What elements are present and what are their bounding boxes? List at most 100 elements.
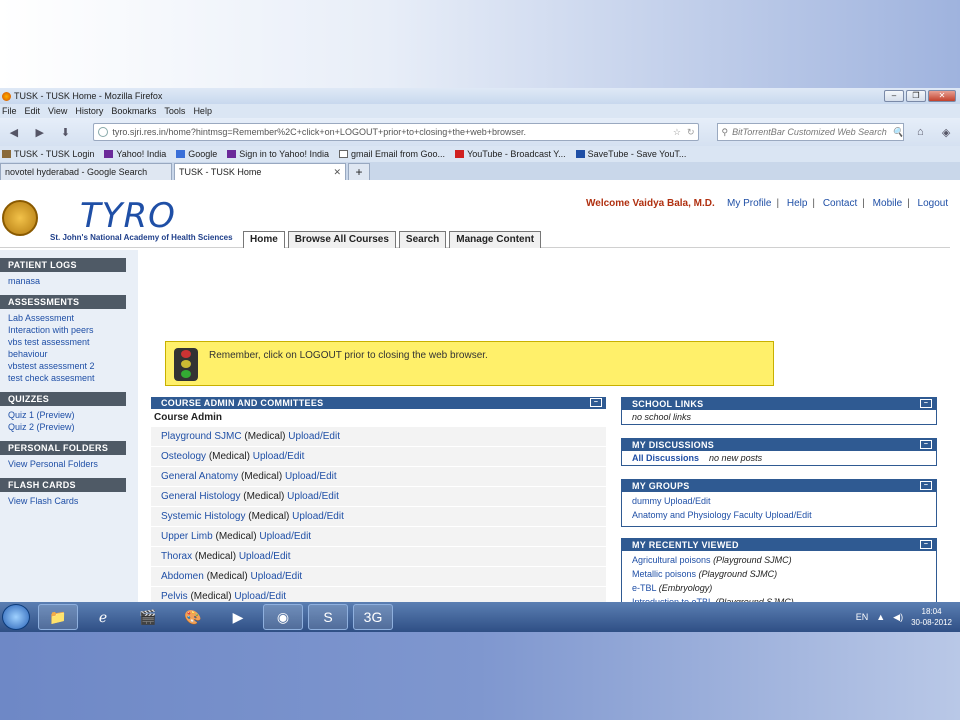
course-link[interactable]: Osteology	[161, 451, 206, 462]
tab-tusk-home[interactable]: TUSK - TUSK Home ✕	[174, 163, 346, 180]
search-engine-icon[interactable]: ⚲	[722, 127, 729, 138]
sidebar-link[interactable]: Quiz 1 (Preview)	[0, 409, 138, 421]
player-icon[interactable]: ▶	[218, 604, 258, 630]
tyro-logo[interactable]: TYRO	[80, 196, 176, 236]
sidebar-link[interactable]: behaviour	[0, 348, 138, 360]
sidebar-link[interactable]: manasa	[0, 275, 138, 287]
upload-edit-link[interactable]: Upload/Edit	[253, 451, 305, 462]
upload-edit-link[interactable]: Upload/Edit	[288, 431, 340, 442]
course-category: (Medical)	[243, 491, 285, 502]
menu-bookmarks[interactable]: Bookmarks	[111, 106, 156, 116]
bookmark-item[interactable]: Yahoo! India	[104, 149, 166, 159]
volume-icon[interactable]: ◀)	[893, 612, 903, 623]
addon-icon[interactable]: ◈	[936, 126, 956, 139]
url-bar[interactable]: tyro.sjri.res.in/home?hintmsg=Remember%2…	[93, 123, 699, 141]
search-icon[interactable]: 🔍	[892, 127, 903, 138]
course-link[interactable]: General Histology	[161, 491, 240, 502]
language-indicator[interactable]: EN	[856, 612, 869, 622]
collapse-icon[interactable]: −	[920, 540, 932, 549]
bookmark-star-icon[interactable]: ☆	[673, 127, 681, 138]
sidebar-link[interactable]: View Personal Folders	[0, 458, 138, 470]
sidebar-link[interactable]: View Flash Cards	[0, 495, 138, 507]
academy-seal-logo[interactable]	[2, 200, 38, 236]
course-link[interactable]: Upper Limb	[161, 531, 213, 542]
3g-icon[interactable]: 3G	[353, 604, 393, 630]
sidebar-link[interactable]: Lab Assessment	[0, 312, 138, 324]
sidebar-link[interactable]: test check assesment	[0, 372, 138, 384]
course-link[interactable]: General Anatomy	[161, 471, 238, 482]
upload-edit-link[interactable]: Upload/Edit	[234, 591, 286, 602]
bookmark-item[interactable]: Google	[176, 149, 217, 159]
course-row: Upper Limb (Medical) Upload/Edit	[151, 526, 606, 546]
collapse-icon[interactable]: −	[920, 481, 932, 490]
bookmark-item[interactable]: TUSK - TUSK Login	[2, 149, 94, 159]
start-button[interactable]	[2, 604, 30, 630]
internet-explorer-icon[interactable]: ℯ	[83, 604, 123, 630]
upload-edit-link[interactable]: Upload/Edit	[239, 551, 291, 562]
clock[interactable]: 18:04 30-08-2012	[911, 606, 952, 628]
minimize-button[interactable]: –	[884, 90, 904, 102]
sidebar-link[interactable]: Quiz 2 (Preview)	[0, 421, 138, 433]
close-button[interactable]: ✕	[928, 90, 956, 102]
group-link[interactable]: Anatomy and Physiology Faculty Upload/Ed…	[622, 508, 936, 522]
no-school-links-text: no school links	[632, 412, 692, 422]
bookmark-item[interactable]: gmail Email from Goo...	[339, 149, 445, 159]
search-box[interactable]: ⚲ BitTorrentBar Customized Web Search 🔍	[716, 123, 905, 141]
sidebar-link[interactable]: Interaction with peers	[0, 324, 138, 336]
course-link[interactable]: Playground SJMC	[161, 431, 242, 442]
firefox-taskbar-icon[interactable]: ◉	[263, 604, 303, 630]
explorer-icon[interactable]: 📁	[38, 604, 78, 630]
contact-link[interactable]: Contact	[823, 198, 857, 209]
menu-tools[interactable]: Tools	[164, 106, 185, 116]
mobile-link[interactable]: Mobile	[873, 198, 902, 209]
paint-icon[interactable]: 🎨	[173, 604, 213, 630]
menu-view[interactable]: View	[48, 106, 67, 116]
upload-edit-link[interactable]: Upload/Edit	[259, 531, 311, 542]
nav-home[interactable]: Home	[243, 231, 285, 248]
help-link[interactable]: Help	[787, 198, 808, 209]
forward-icon[interactable]: ▶	[30, 126, 50, 139]
bookmark-item[interactable]: YouTube - Broadcast Y...	[455, 149, 566, 159]
menu-edit[interactable]: Edit	[25, 106, 41, 116]
menu-history[interactable]: History	[75, 106, 103, 116]
network-icon[interactable]: ▲	[876, 612, 885, 622]
collapse-icon[interactable]: −	[590, 398, 602, 407]
new-tab-button[interactable]: +	[348, 163, 370, 180]
menu-file[interactable]: File	[2, 106, 17, 116]
nav-manage-content[interactable]: Manage Content	[449, 231, 542, 248]
recent-link[interactable]: e-TBL	[632, 583, 656, 593]
download-icon[interactable]: ⬇	[56, 126, 76, 139]
home-icon[interactable]: ⌂	[910, 126, 930, 138]
collapse-icon[interactable]: −	[920, 440, 932, 449]
bookmark-item[interactable]: Sign in to Yahoo! India	[227, 149, 329, 159]
skype-icon[interactable]: S	[308, 604, 348, 630]
upload-edit-link[interactable]: Upload/Edit	[287, 491, 339, 502]
recent-link[interactable]: Metallic poisons	[632, 569, 696, 579]
recent-link[interactable]: Agricultural poisons	[632, 555, 711, 565]
menu-help[interactable]: Help	[193, 106, 212, 116]
sidebar-link[interactable]: vbs test assessment	[0, 336, 138, 348]
reload-icon[interactable]: ↻	[687, 127, 695, 138]
logout-link[interactable]: Logout	[918, 198, 949, 209]
bookmark-item[interactable]: SaveTube - Save YouT...	[575, 149, 686, 159]
upload-edit-link[interactable]: Upload/Edit	[251, 571, 303, 582]
media-icon[interactable]: 🎬	[128, 604, 168, 630]
back-icon[interactable]: ◀	[4, 126, 24, 139]
course-link[interactable]: Abdomen	[161, 571, 204, 582]
nav-search[interactable]: Search	[398, 231, 447, 248]
upload-edit-link[interactable]: Upload/Edit	[292, 511, 344, 522]
slide-background-top	[0, 0, 960, 88]
course-link[interactable]: Thorax	[161, 551, 192, 562]
upload-edit-link[interactable]: Upload/Edit	[285, 471, 337, 482]
close-tab-icon[interactable]: ✕	[333, 167, 341, 178]
course-link[interactable]: Pelvis	[161, 591, 188, 602]
collapse-icon[interactable]: −	[920, 399, 932, 408]
maximize-button[interactable]: ❐	[906, 90, 926, 102]
course-link[interactable]: Systemic Histology	[161, 511, 245, 522]
sidebar-link[interactable]: vbstest assessment 2	[0, 360, 138, 372]
nav-browse-all-courses[interactable]: Browse All Courses	[287, 231, 396, 248]
group-link[interactable]: dummy Upload/Edit	[622, 494, 936, 508]
all-discussions-link[interactable]: All Discussions	[632, 453, 699, 463]
my-profile-link[interactable]: My Profile	[727, 198, 771, 209]
tab-google-search[interactable]: novotel hyderabad - Google Search	[0, 163, 172, 180]
